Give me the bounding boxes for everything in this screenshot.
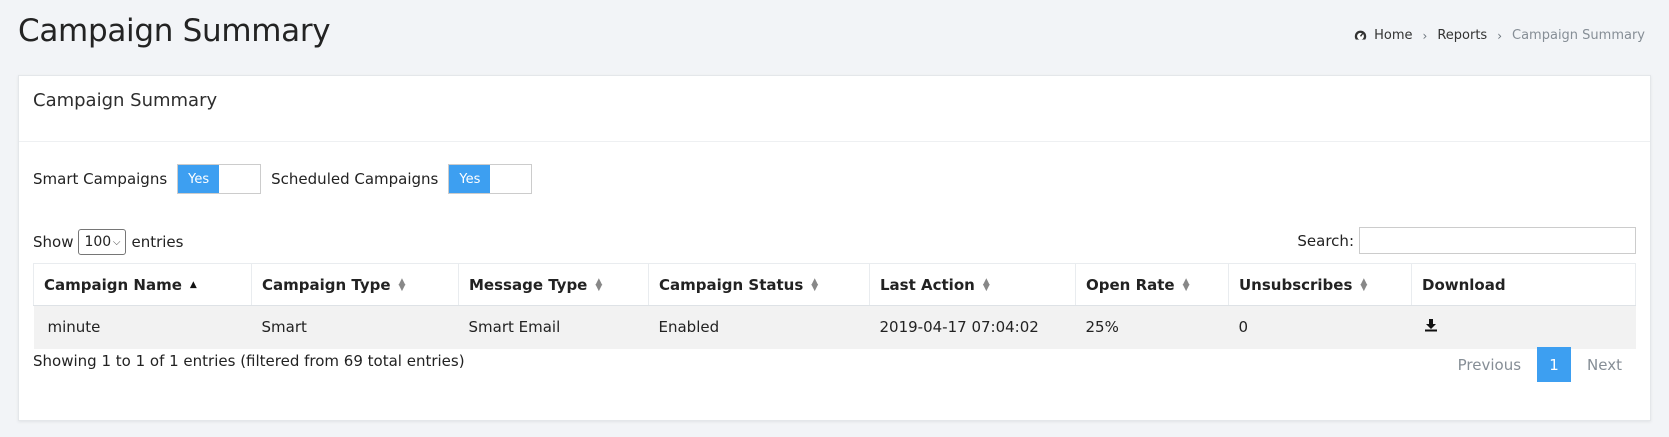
sort-icon: ▲ ▼ — [595, 277, 603, 293]
campaign-summary-card: Campaign Summary Smart Campaigns Yes Sch… — [18, 75, 1651, 421]
sort-icon: ▲ ▼ — [398, 277, 406, 293]
search-label: Search: — [1297, 231, 1354, 250]
breadcrumb: Home › Reports › Campaign Summary — [1354, 28, 1645, 43]
show-label: Show — [33, 233, 74, 251]
page-title: Campaign Summary — [18, 13, 331, 49]
breadcrumb-home-link[interactable]: Home — [1374, 28, 1412, 43]
entries-per-page-select[interactable]: 100 ⌵ — [78, 229, 127, 255]
column-header-unsubscribes[interactable]: Unsubscribes ▲ ▼ — [1228, 263, 1412, 306]
column-header-label: Campaign Status — [659, 275, 804, 294]
previous-page-button[interactable]: Previous — [1444, 356, 1535, 374]
column-header-message-type[interactable]: Message Type ▲ ▼ — [458, 263, 649, 306]
entries-label: entries — [131, 233, 184, 251]
entries-per-page-value: 100 — [84, 234, 112, 250]
cell-campaign-name: minute — [33, 305, 252, 349]
next-page-button[interactable]: Next — [1573, 356, 1636, 374]
search-input[interactable] — [1359, 227, 1636, 254]
filter-toggles: Smart Campaigns Yes Scheduled Campaigns … — [33, 164, 542, 194]
scheduled-campaigns-toggle-value: Yes — [449, 165, 491, 193]
smart-campaigns-label: Smart Campaigns — [33, 170, 168, 188]
download-icon[interactable] — [1424, 318, 1438, 332]
breadcrumb-separator-icon: › — [1497, 28, 1503, 43]
column-header-label: Message Type — [469, 275, 588, 294]
cell-unsubscribes: 0 — [1228, 305, 1412, 349]
sort-icon: ▲ ▼ — [811, 277, 819, 293]
sort-ascending-icon: ▲ — [189, 280, 197, 290]
toggle-handle — [219, 165, 261, 193]
scheduled-campaigns-label: Scheduled Campaigns — [271, 170, 439, 188]
card-divider — [19, 141, 1650, 142]
pagination: Previous 1 Next — [1444, 347, 1636, 382]
smart-campaigns-toggle[interactable]: Yes — [177, 164, 262, 194]
table-info: Showing 1 to 1 of 1 entries (filtered fr… — [33, 352, 465, 370]
dashboard-icon — [1354, 29, 1367, 42]
column-header-open-rate[interactable]: Open Rate ▲ ▼ — [1075, 263, 1229, 306]
cell-last-action: 2019-04-17 07:04:02 — [869, 305, 1076, 349]
column-header-label: Campaign Type — [262, 275, 391, 294]
cell-download — [1411, 305, 1636, 349]
column-header-label: Open Rate — [1086, 275, 1175, 294]
sort-icon: ▲ ▼ — [982, 277, 990, 293]
column-header-label: Campaign Name — [44, 275, 182, 294]
campaign-table: Campaign Name ▲ Campaign Type ▲ ▼ Message T… — [33, 263, 1636, 349]
column-header-download: Download — [1411, 263, 1636, 306]
breadcrumb-reports-link[interactable]: Reports — [1437, 28, 1487, 43]
column-header-campaign-name[interactable]: Campaign Name ▲ — [33, 263, 252, 306]
toggle-handle — [490, 165, 532, 193]
smart-campaigns-toggle-value: Yes — [178, 165, 220, 193]
column-header-last-action[interactable]: Last Action ▲ ▼ — [869, 263, 1076, 306]
column-header-label: Last Action — [880, 275, 975, 294]
cell-open-rate: 25% — [1075, 305, 1229, 349]
column-header-campaign-type[interactable]: Campaign Type ▲ ▼ — [251, 263, 459, 306]
entries-length: Show 100 ⌵ entries — [33, 229, 183, 255]
breadcrumb-current: Campaign Summary — [1512, 28, 1645, 43]
table-search: Search: — [1297, 227, 1636, 254]
cell-campaign-type: Smart — [251, 305, 459, 349]
scheduled-campaigns-toggle[interactable]: Yes — [448, 164, 533, 194]
sort-icon: ▲ ▼ — [1360, 277, 1368, 293]
table-row: minute Smart Smart Email Enabled 2019-04… — [33, 305, 1636, 349]
column-header-label: Download — [1422, 275, 1506, 294]
breadcrumb-separator-icon: › — [1422, 28, 1428, 43]
column-header-label: Unsubscribes — [1239, 275, 1353, 294]
table-header-row: Campaign Name ▲ Campaign Type ▲ ▼ Message T… — [33, 263, 1636, 306]
page-1-button[interactable]: 1 — [1537, 347, 1572, 382]
chevron-down-icon: ⌵ — [112, 236, 121, 248]
card-title: Campaign Summary — [33, 90, 218, 111]
sort-icon: ▲ ▼ — [1182, 277, 1190, 293]
cell-campaign-status: Enabled — [648, 305, 870, 349]
column-header-campaign-status[interactable]: Campaign Status ▲ ▼ — [648, 263, 870, 306]
cell-message-type: Smart Email — [458, 305, 649, 349]
